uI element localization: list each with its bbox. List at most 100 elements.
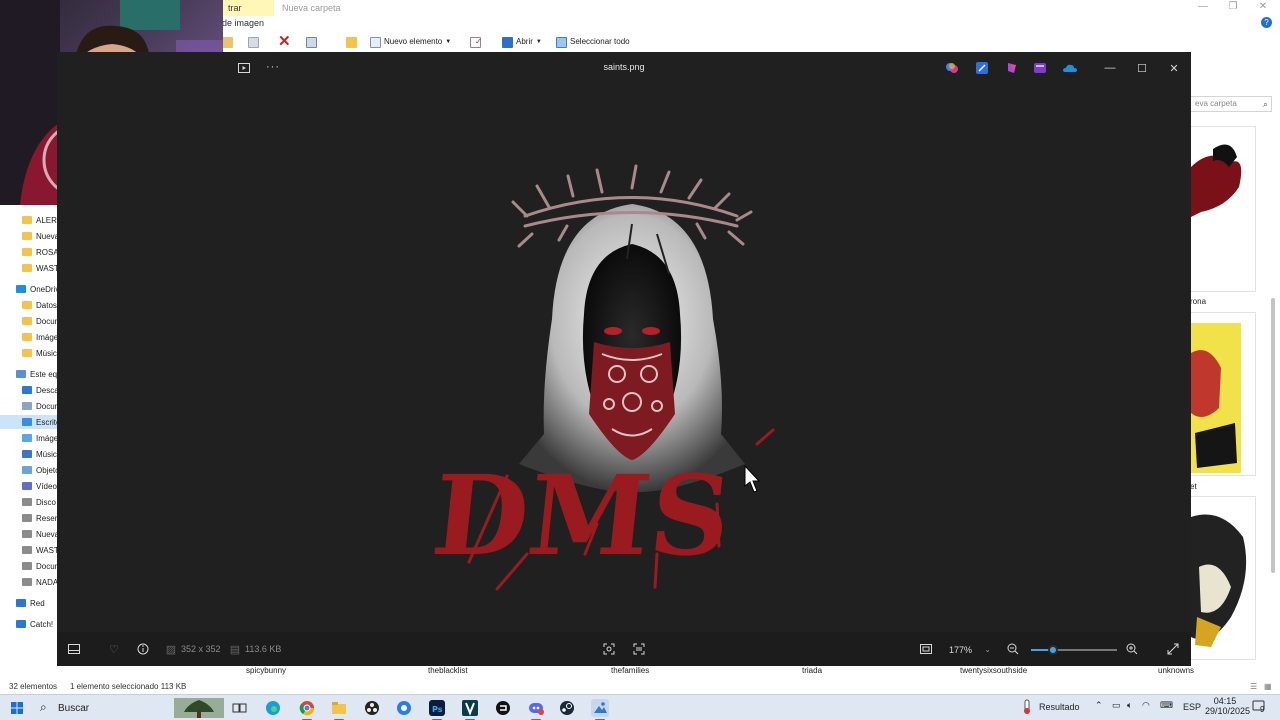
- sidebar-item[interactable]: Este equ: [0, 367, 57, 381]
- sidebar-item[interactable]: Desca: [0, 383, 57, 397]
- maximize-icon[interactable]: ☐: [1135, 62, 1149, 75]
- obs-icon[interactable]: [363, 699, 381, 717]
- file-label[interactable]: triada: [802, 666, 822, 675]
- help-icon[interactable]: ?: [1261, 17, 1272, 28]
- network-icon[interactable]: ▭: [1112, 700, 1121, 711]
- sidebar-item[interactable]: Docum: [0, 399, 57, 413]
- sidebar-item[interactable]: Imáge: [0, 330, 57, 344]
- zoom-in-icon[interactable]: [1125, 643, 1139, 655]
- thumbnail-item[interactable]: [1190, 126, 1256, 292]
- visual-search-icon[interactable]: [602, 643, 616, 655]
- copilot-icon[interactable]: [945, 62, 959, 74]
- zoom-slider[interactable]: [1031, 645, 1117, 655]
- minimize-icon[interactable]: —: [1188, 0, 1218, 16]
- new-folder-icon[interactable]: [346, 34, 357, 50]
- sidebar-item[interactable]: Docum: [0, 314, 57, 328]
- vertical-scrollbar[interactable]: [1270, 98, 1276, 670]
- image-canvas[interactable]: DMS: [57, 84, 1191, 632]
- edge-icon[interactable]: [264, 699, 282, 717]
- thumbnail-item[interactable]: [1190, 312, 1256, 476]
- sidebar-item[interactable]: Músic: [0, 447, 57, 461]
- new-item-button[interactable]: Nuevo elemento ▼: [370, 34, 451, 50]
- text-scan-icon[interactable]: [632, 643, 646, 655]
- photos-viewer-window: ··· saints.png — ☐ ✕ DMS ♡ ▨ 352 x 352 ▤…: [57, 52, 1191, 666]
- start-button[interactable]: [8, 699, 26, 717]
- sidebar-item[interactable]: NADA: [0, 575, 57, 589]
- sidebar-item[interactable]: WASTI: [0, 261, 57, 275]
- file-label[interactable]: theblacklist: [428, 666, 468, 675]
- designer-icon[interactable]: [1005, 62, 1019, 74]
- details-view-icon[interactable]: ☰: [1250, 682, 1257, 691]
- fullscreen-icon[interactable]: [1166, 643, 1180, 655]
- thumbnail-item[interactable]: [1190, 496, 1256, 660]
- restore-icon[interactable]: ❐: [1218, 0, 1248, 16]
- delete-icon[interactable]: ✕: [278, 34, 291, 50]
- volume-icon[interactable]: 🔈︎: [1127, 700, 1132, 711]
- sidebar-item[interactable]: Nueva: [0, 527, 57, 541]
- file-label[interactable]: thefamilies: [611, 666, 649, 675]
- steam-icon[interactable]: [558, 699, 576, 717]
- sidebar-item[interactable]: Catch!: [0, 617, 57, 631]
- sidebar-item[interactable]: Vídeos: [0, 479, 57, 493]
- browser-icon[interactable]: [395, 699, 413, 717]
- file-label[interactable]: spicybunny: [246, 666, 286, 675]
- sidebar-item[interactable]: Datos: [0, 298, 57, 312]
- clipchamp-icon[interactable]: [1033, 62, 1047, 74]
- copy-icon[interactable]: [248, 34, 259, 50]
- sidebar-item[interactable]: Reserv: [0, 511, 57, 525]
- sidebar-item[interactable]: Objeto: [0, 463, 57, 477]
- sidebar-item[interactable]: Disco: [0, 495, 57, 509]
- discord-icon[interactable]: [527, 699, 545, 720]
- capcut-icon[interactable]: [494, 699, 512, 717]
- fit-to-window-icon[interactable]: [919, 643, 933, 655]
- chrome-icon[interactable]: [298, 699, 316, 720]
- sidebar-item[interactable]: OneDriv: [0, 282, 57, 296]
- ribbon-tab-mostrar[interactable]: trar: [222, 0, 274, 16]
- close-icon[interactable]: ✕: [1167, 62, 1181, 75]
- chevron-up-icon[interactable]: ⌃: [1095, 700, 1103, 711]
- sidebar-item-label: Imáge: [36, 332, 57, 342]
- weather-icon[interactable]: [1022, 699, 1032, 717]
- filmstrip-icon[interactable]: [67, 643, 81, 655]
- close-icon[interactable]: ✕: [1248, 0, 1278, 16]
- task-view-icon[interactable]: [230, 699, 248, 717]
- zoom-level-dropdown[interactable]: 177% ⌄: [945, 642, 993, 658]
- vegas-icon[interactable]: [461, 699, 479, 720]
- sidebar-item[interactable]: Escrito: [0, 415, 57, 429]
- sidebar-item[interactable]: Imáge: [0, 431, 57, 445]
- sidebar-item[interactable]: Músic: [0, 346, 57, 360]
- favorite-icon[interactable]: ♡: [107, 643, 121, 656]
- sidebar-item[interactable]: WASTI: [0, 543, 57, 557]
- clock[interactable]: 04:15 29/10/2025: [1205, 696, 1250, 716]
- file-label[interactable]: unknowns: [1158, 666, 1194, 675]
- zoom-slider-thumb[interactable]: [1048, 645, 1059, 655]
- info-icon[interactable]: [136, 643, 150, 655]
- paste-icon[interactable]: [222, 34, 233, 50]
- select-all-button[interactable]: Seleccionar todo: [556, 34, 630, 50]
- photos-app-icon[interactable]: [591, 699, 609, 720]
- sidebar-item[interactable]: Red: [0, 596, 57, 610]
- language-indicator[interactable]: ESP: [1183, 702, 1201, 712]
- sidebar-item[interactable]: ROSA: [0, 245, 57, 259]
- rename-icon[interactable]: [306, 34, 317, 50]
- open-button[interactable]: Abrir ▼: [502, 34, 542, 50]
- file-explorer-icon[interactable]: [330, 699, 348, 720]
- sidebar-item[interactable]: ALERT: [0, 213, 57, 227]
- keyboard-icon[interactable]: ⌨: [1160, 700, 1173, 711]
- wifi-icon[interactable]: ◠: [1142, 700, 1150, 711]
- sidebar-item[interactable]: Docum: [0, 559, 57, 573]
- search-input[interactable]: eva carpeta ⌕: [1184, 96, 1272, 112]
- notification-center[interactable]: 9: [1252, 699, 1266, 715]
- tiles-view-icon[interactable]: ▦: [1264, 682, 1272, 691]
- onedrive-icon[interactable]: [1062, 62, 1078, 74]
- scrollbar-thumb[interactable]: [1271, 298, 1275, 573]
- file-label[interactable]: twentysixsouthside: [960, 666, 1027, 675]
- taskbar-search[interactable]: ⌕ Buscar: [36, 698, 226, 718]
- photoshop-icon[interactable]: Ps: [428, 699, 446, 720]
- zoom-out-icon[interactable]: [1006, 643, 1020, 655]
- weather-label[interactable]: Resultado: [1039, 702, 1080, 712]
- edit-image-icon[interactable]: [975, 62, 989, 74]
- properties-icon[interactable]: ✓: [470, 34, 482, 50]
- sidebar-item[interactable]: Nueva: [0, 229, 57, 243]
- minimize-icon[interactable]: —: [1103, 62, 1117, 74]
